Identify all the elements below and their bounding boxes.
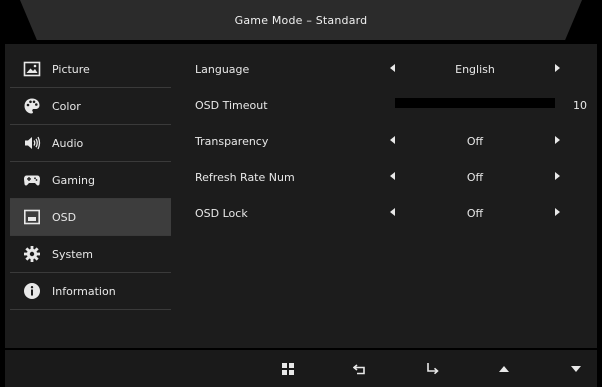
setting-row-osd-lock[interactable]: OSD Lock Off (195, 195, 595, 231)
left-arrow-icon[interactable] (390, 64, 395, 72)
sidebar-item-picture[interactable]: Picture (10, 51, 171, 88)
sidebar-item-color[interactable]: Color (10, 88, 171, 125)
sidebar-item-audio[interactable]: Audio (10, 125, 171, 162)
setting-value: Off (466, 171, 484, 184)
enter-icon[interactable] (423, 360, 441, 378)
setting-row-transparency[interactable]: Transparency Off (195, 123, 595, 159)
sidebar: Picture Color Audio Gaming OSD System In… (10, 51, 171, 310)
osd-timeout-slider[interactable] (395, 98, 555, 108)
setting-value: English (455, 63, 495, 76)
sidebar-item-osd[interactable]: OSD (10, 199, 171, 236)
setting-value: 10 (573, 99, 587, 112)
osd-icon (22, 207, 42, 227)
back-icon[interactable] (351, 360, 369, 378)
picture-icon (22, 59, 42, 79)
setting-row-osd-timeout[interactable]: OSD Timeout 10 (195, 87, 595, 123)
right-arrow-icon[interactable] (555, 136, 560, 144)
sidebar-item-label: OSD (52, 210, 77, 224)
left-arrow-icon[interactable] (390, 208, 395, 216)
setting-row-language[interactable]: Language English (195, 51, 595, 87)
osd-settings-list: Language English OSD Timeout 10 Transpar… (195, 51, 595, 231)
setting-label: Language (195, 63, 250, 76)
setting-label: Transparency (195, 135, 269, 148)
sidebar-item-gaming[interactable]: Gaming (10, 162, 171, 199)
sidebar-item-system[interactable]: System (10, 236, 171, 273)
bottom-button-bar (5, 350, 597, 387)
setting-label: Refresh Rate Num (195, 171, 295, 184)
setting-row-refresh-rate-num[interactable]: Refresh Rate Num Off (195, 159, 595, 195)
gamepad-icon (22, 170, 42, 190)
sidebar-item-label: Picture (52, 62, 90, 76)
page-title: Game Mode – Standard (20, 0, 582, 40)
gear-icon (22, 244, 42, 264)
sidebar-item-label: Gaming (52, 173, 95, 187)
info-icon (22, 281, 42, 301)
down-arrow-icon[interactable] (567, 360, 585, 378)
sidebar-item-label: Audio (52, 136, 84, 150)
left-arrow-icon[interactable] (390, 172, 395, 180)
palette-icon (22, 96, 42, 116)
setting-label: OSD Timeout (195, 99, 268, 112)
speaker-icon (22, 133, 42, 153)
setting-label: OSD Lock (195, 207, 248, 220)
sidebar-item-label: Color (52, 99, 81, 113)
setting-value: Off (466, 207, 484, 220)
right-arrow-icon[interactable] (555, 64, 560, 72)
sidebar-item-label: System (52, 247, 94, 261)
right-arrow-icon[interactable] (555, 172, 560, 180)
sidebar-item-label: Information (52, 284, 116, 298)
page-title-text: Game Mode – Standard (234, 13, 368, 27)
right-arrow-icon[interactable] (555, 208, 560, 216)
menu-grid-icon[interactable] (279, 360, 297, 378)
up-arrow-icon[interactable] (495, 360, 513, 378)
left-arrow-icon[interactable] (390, 136, 395, 144)
setting-value: Off (466, 135, 484, 148)
sidebar-item-information[interactable]: Information (10, 273, 171, 310)
